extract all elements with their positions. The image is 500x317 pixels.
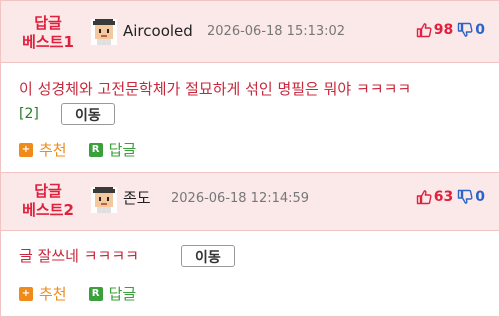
- comment-header: 답글 베스트1 Aircooled 2026-06-18 15:13:02 98…: [1, 1, 499, 63]
- move-button[interactable]: 이동: [61, 103, 115, 125]
- badge-line2: 베스트1: [22, 33, 74, 51]
- comment-text: 글 잘쓰네 ㅋㅋㅋㅋ: [19, 247, 139, 265]
- nickname[interactable]: 존도: [123, 188, 151, 208]
- up-vote-count: 98: [433, 22, 454, 38]
- plus-square-icon[interactable]: +: [19, 142, 33, 157]
- recommend-link[interactable]: 추천: [39, 283, 67, 304]
- down-vote-count: 0: [475, 22, 485, 38]
- thumbs-down-icon[interactable]: [457, 189, 473, 205]
- comment-list: 답글 베스트1 Aircooled 2026-06-18 15:13:02 98…: [0, 0, 500, 317]
- vote-box: 98 0: [416, 22, 485, 38]
- comment-actions: + 추천 R 답글: [19, 283, 136, 304]
- r-square-icon[interactable]: R: [88, 286, 103, 301]
- recommend-link[interactable]: 추천: [39, 139, 67, 160]
- thumbs-up-icon[interactable]: [416, 189, 432, 205]
- vote-box: 63 0: [416, 189, 485, 205]
- comment-text: 이 성경체와 고전문학체가 절묘하게 섞인 명필은 뭐야 ㅋㅋㅋㅋ: [19, 80, 412, 98]
- pixel-avatar-icon[interactable]: [91, 19, 117, 45]
- nickname[interactable]: Aircooled: [123, 21, 193, 41]
- best-reply-badge: 답글 베스트2: [17, 182, 79, 220]
- down-vote-count: 0: [475, 189, 485, 205]
- reply-link[interactable]: 답글: [109, 283, 137, 304]
- badge-line1: 답글: [34, 14, 62, 32]
- comment-header: 답글 베스트2 존도 2026-06-18 12:14:59 63 0: [1, 172, 499, 231]
- move-button[interactable]: 이동: [181, 245, 235, 267]
- timestamp: 2026-06-18 15:13:02: [207, 24, 346, 39]
- plus-square-icon[interactable]: +: [19, 286, 33, 301]
- r-square-icon[interactable]: R: [88, 142, 103, 157]
- up-vote-count: 63: [433, 189, 454, 205]
- badge-line2: 베스트2: [22, 201, 74, 219]
- thumbs-down-icon[interactable]: [457, 22, 473, 38]
- timestamp: 2026-06-18 12:14:59: [171, 191, 310, 206]
- badge-line1: 답글: [34, 182, 62, 200]
- reply-link[interactable]: 답글: [109, 139, 137, 160]
- thumbs-up-icon[interactable]: [416, 22, 432, 38]
- reply-count[interactable]: [2]: [19, 105, 39, 123]
- best-reply-badge: 답글 베스트1: [17, 14, 79, 52]
- pixel-avatar-icon[interactable]: [91, 187, 117, 213]
- comment-actions: + 추천 R 답글: [19, 139, 136, 160]
